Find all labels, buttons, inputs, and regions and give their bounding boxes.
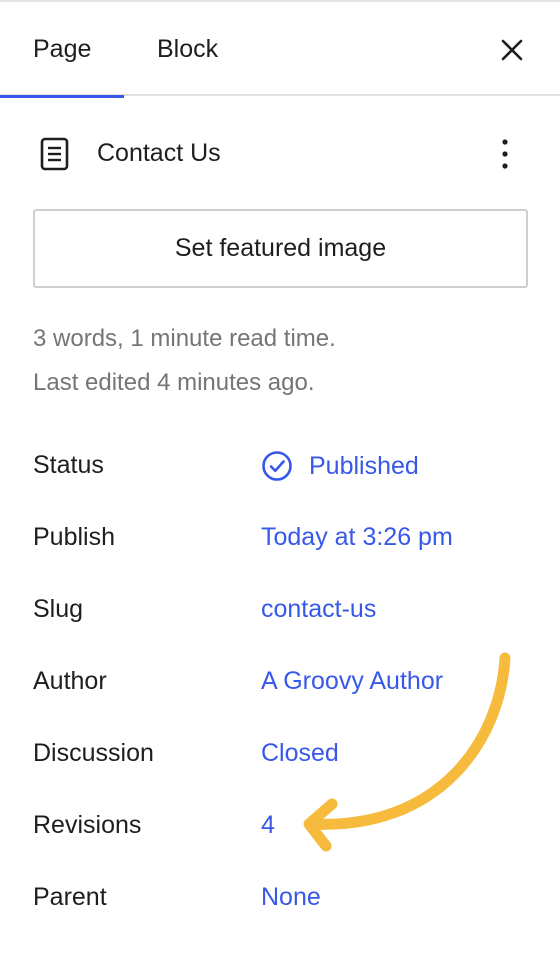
set-featured-image-button[interactable]: Set featured image (33, 209, 528, 288)
settings-row-slug: Slug contact-us (0, 585, 560, 635)
page-document-icon (40, 137, 69, 171)
discussion-value-button[interactable]: Closed (261, 739, 339, 768)
author-value-button[interactable]: A Groovy Author (261, 667, 443, 696)
settings-row-publish: Publish Today at 3:26 pm (0, 513, 560, 563)
status-label: Status (33, 451, 104, 479)
settings-sidebar: Page Block Contact Us Set featured image… (0, 0, 560, 960)
tab-page-label: Page (33, 34, 92, 63)
sidebar-tabs: Page Block (0, 0, 560, 98)
settings-row-discussion: Discussion Closed (0, 729, 560, 779)
parent-value-button[interactable]: None (261, 883, 321, 912)
parent-label: Parent (33, 883, 107, 911)
revisions-count-link[interactable]: 4 (261, 811, 275, 840)
check-circle-icon (262, 451, 292, 481)
set-featured-image-label: Set featured image (174, 234, 387, 262)
last-edited-text: Last edited 4 minutes ago. (33, 369, 315, 396)
document-header: Contact Us (0, 124, 560, 182)
settings-row-revisions: Revisions 4 (0, 801, 560, 851)
close-button[interactable] (494, 32, 530, 68)
author-label: Author (33, 667, 107, 695)
tab-page[interactable]: Page (0, 2, 124, 98)
tab-block-label: Block (157, 34, 219, 63)
slug-value-button[interactable]: contact-us (261, 595, 376, 624)
close-icon (501, 39, 523, 61)
page-title: Contact Us (97, 139, 221, 167)
more-vertical-icon (502, 139, 508, 169)
status-value-button[interactable]: Published (261, 445, 419, 487)
settings-row-status: Status Published (0, 441, 560, 491)
settings-row-author: Author A Groovy Author (0, 657, 560, 707)
publish-date-button[interactable]: Today at 3:26 pm (261, 523, 453, 552)
discussion-label: Discussion (33, 739, 154, 767)
slug-label: Slug (33, 595, 84, 623)
more-options-button[interactable] (488, 132, 522, 176)
revisions-label: Revisions (33, 811, 142, 839)
tab-block[interactable]: Block (157, 2, 218, 96)
status-value: Published (309, 452, 419, 480)
publish-label: Publish (33, 523, 115, 551)
word-count-text: 3 words, 1 minute read time. (33, 325, 336, 352)
settings-row-parent: Parent None (0, 873, 560, 923)
